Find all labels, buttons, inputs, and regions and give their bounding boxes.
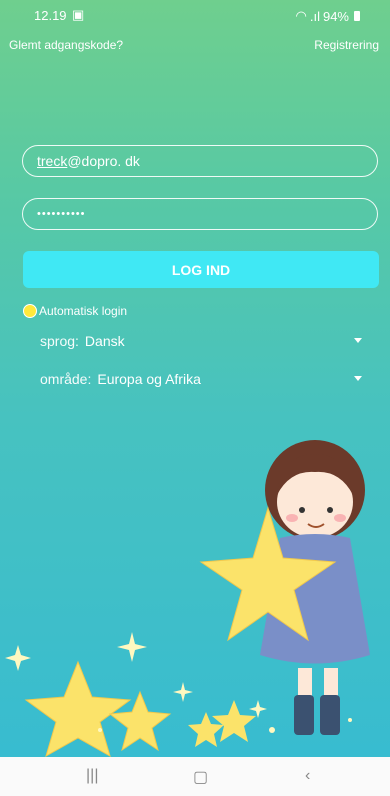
chevron-down-icon xyxy=(354,338,362,343)
login-screen: 12.19 ▣ ◠ .ıl 94% Glemt adgangskode? Reg… xyxy=(0,0,390,757)
language-label: sprog: xyxy=(40,333,79,349)
star-large xyxy=(24,660,132,757)
status-time: 12.19 xyxy=(34,8,67,23)
forgot-password-link[interactable]: Glemt adgangskode? xyxy=(9,38,123,52)
region-value: Europa og Afrika xyxy=(97,371,201,387)
auto-login-radio[interactable] xyxy=(23,304,37,318)
gallery-notification-icon: ▣ xyxy=(72,7,85,22)
home-icon[interactable]: ▢ xyxy=(193,767,208,787)
back-icon[interactable]: ‹ xyxy=(305,767,310,785)
register-link[interactable]: Registrering xyxy=(314,38,379,52)
auto-login-option[interactable]: Automatisk login xyxy=(23,304,127,318)
battery-text: 94% xyxy=(322,8,349,24)
password-field[interactable]: •••••••••• xyxy=(22,198,378,230)
email-user: treck xyxy=(37,153,68,169)
email-domain: @dopro. dk xyxy=(67,153,140,169)
login-button[interactable]: LOG IND xyxy=(23,251,379,288)
signal-icon: .ıl xyxy=(309,8,320,24)
system-navigation-bar: ||| ▢ ‹ xyxy=(0,757,390,796)
battery-icon xyxy=(354,11,360,21)
password-mask: •••••••••• xyxy=(37,208,86,220)
recent-apps-icon[interactable]: ||| xyxy=(86,767,98,785)
email-field[interactable]: treck @dopro. dk xyxy=(22,145,378,177)
region-label: område: xyxy=(40,371,92,387)
language-value: Dansk xyxy=(84,333,125,349)
status-bar: 12.19 ▣ ◠ .ıl 94% xyxy=(0,0,390,30)
chevron-down-icon xyxy=(354,376,362,381)
language-select[interactable]: sprog: Dansk xyxy=(40,331,362,351)
star-small-2 xyxy=(212,700,256,742)
girl xyxy=(199,440,370,735)
wifi-icon: ◠ xyxy=(295,8,307,23)
auto-login-label: Automatisk login xyxy=(39,304,128,318)
region-select[interactable]: område: Europa og Afrika xyxy=(40,369,362,389)
girl-with-stars-illustration xyxy=(5,440,370,757)
